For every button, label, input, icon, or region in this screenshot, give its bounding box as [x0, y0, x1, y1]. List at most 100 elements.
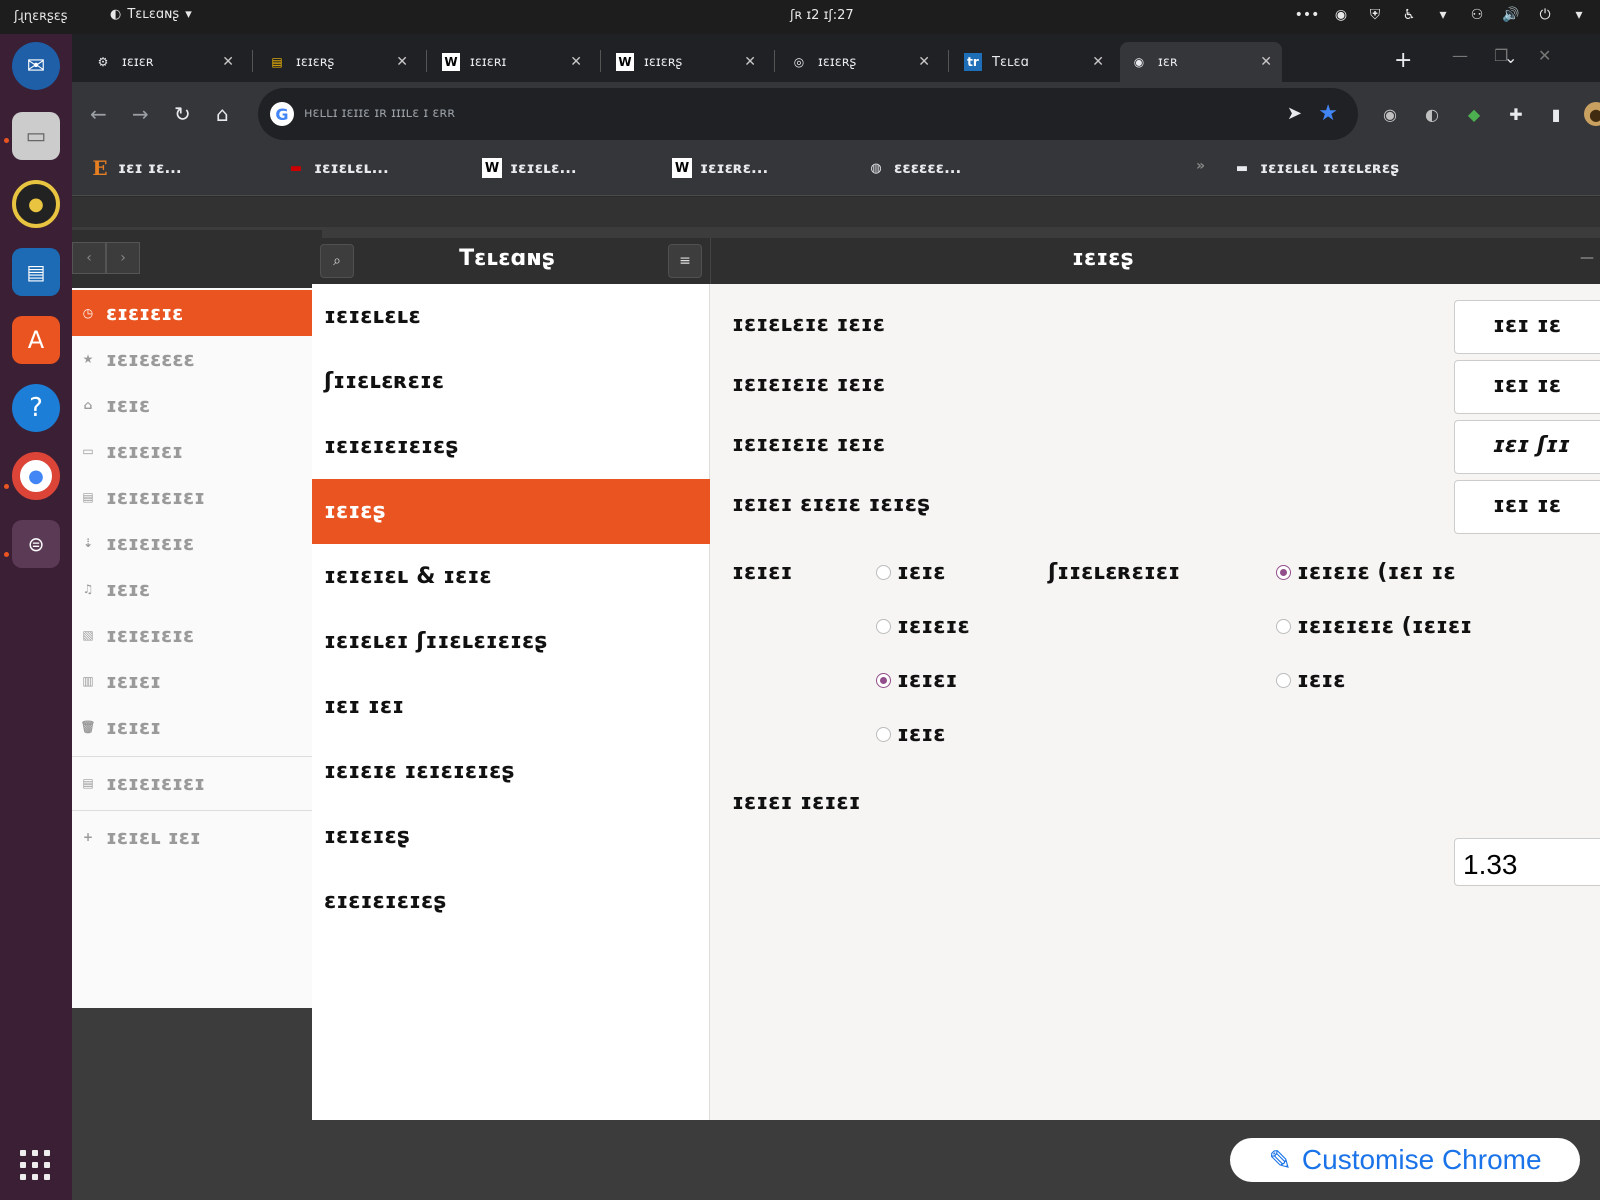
software-center-icon[interactable]: A: [12, 316, 60, 364]
bookmark-item[interactable]: ▬ ɪɛɪɛʟɛʟ...: [286, 158, 389, 178]
tab[interactable]: tr Tɛʟɛɑ ✕: [954, 42, 1114, 82]
tab[interactable]: ▤ ɪɛɪɛʀʂ ✕: [258, 42, 418, 82]
avatar[interactable]: ●: [1584, 102, 1600, 126]
back-icon[interactable]: ‹: [72, 242, 106, 274]
chevron-right-icon[interactable]: »: [1196, 158, 1205, 174]
reload-icon[interactable]: ↻: [174, 102, 191, 126]
sidebar-item[interactable]: ɪɛɪɛɪɛʂ: [312, 804, 710, 869]
thunderbird-icon[interactable]: ✉: [12, 42, 60, 90]
sidebar-item[interactable]: ɪɛɪɛʟɛɪ ʃɪɪɛʟɛɪɛɪɛʂ: [312, 609, 710, 674]
files-sidebar-item[interactable]: + ɪɛɪɛʟ ɪɛɪ: [72, 814, 322, 860]
sidebar-item[interactable]: ɪɛɪɛʟɛʟɛ: [312, 284, 710, 349]
files-sidebar-item[interactable]: ★ ɪɛɪɛɛɛɛɛ: [72, 336, 322, 382]
rhythmbox-icon[interactable]: ●: [12, 180, 60, 228]
font-chooser-button[interactable]: ɪɛɪ ɪɛ: [1454, 360, 1600, 414]
close-icon[interactable]: ✕: [396, 54, 408, 70]
tab-active[interactable]: ◉ ɪɛʀ ✕: [1120, 42, 1282, 82]
tab[interactable]: ◎ ɪɛɪɛʀʂ ✕: [780, 42, 940, 82]
scaling-factor-input[interactable]: [1454, 838, 1600, 886]
sidebar-item[interactable]: ʃɪɪɛʟɛʀɛɪɛ: [312, 349, 710, 414]
sidebar-item[interactable]: ɪɛɪɛɪɛ ɪɛɪɛɪɛɪɛʂ: [312, 739, 710, 804]
help-icon[interactable]: ?: [12, 384, 60, 432]
maximize-icon[interactable]: ❐: [1494, 46, 1508, 65]
sidebar-item[interactable]: ɪɛɪɛɪɛɪɛɪɛʂ: [312, 414, 710, 479]
close-icon[interactable]: ✕: [918, 54, 930, 70]
close-icon[interactable]: ✕: [744, 54, 756, 70]
close-icon[interactable]: ✕: [222, 54, 234, 70]
back-icon[interactable]: ←: [90, 102, 107, 126]
minimize-icon[interactable]: —: [1580, 250, 1594, 266]
sidebar-item[interactable]: ɪɛɪ ɪɛɪ: [312, 674, 710, 739]
accessibility-icon[interactable]: ♿: [1400, 6, 1418, 24]
menu-icon[interactable]: ≡: [668, 244, 702, 278]
files-sidebar-item[interactable]: ⇣ ɪɛɪɛɪɛɪɛ: [72, 520, 322, 566]
extension-icon[interactable]: ◆: [1462, 102, 1486, 126]
minimize-icon[interactable]: —: [1452, 46, 1468, 65]
show-apps-icon[interactable]: [20, 1150, 52, 1182]
shield-icon[interactable]: ⛨: [1366, 6, 1384, 24]
tab[interactable]: W ɪɛɪɛʀʂ ✕: [606, 42, 766, 82]
customise-chrome-button[interactable]: ✎ Customise Chrome: [1230, 1138, 1580, 1182]
send-icon[interactable]: ➤: [1287, 103, 1302, 124]
side-panel-icon[interactable]: ▮: [1544, 102, 1568, 126]
power-icon[interactable]: ⏻: [1536, 6, 1554, 24]
files-sidebar-item[interactable]: ▥ ɪɛɪɛɪ: [72, 658, 322, 704]
chrome-tray-icon[interactable]: ◉: [1332, 6, 1350, 24]
extension-icon[interactable]: ◉: [1378, 102, 1402, 126]
font-chooser-button[interactable]: ɪɛɪ ɪɛ: [1454, 300, 1600, 354]
activities-button[interactable]: ʃɻɳɛʀʂɛʂ: [14, 9, 68, 24]
close-icon[interactable]: ✕: [570, 54, 582, 70]
app-menu[interactable]: ◐ Tɛʟɛɑɴʂ ▾: [110, 7, 192, 22]
tweaks-icon[interactable]: ⊜: [12, 520, 60, 568]
files-icon[interactable]: ▭: [12, 112, 60, 160]
files-sidebar-item[interactable]: ▭ ɪɛɪɛɪɛɪ: [72, 428, 322, 474]
antialiasing-radio[interactable]: ɪɛɪɛɪɛɪɛ (ɪɛɪɛɪ: [1276, 614, 1472, 639]
network-icon[interactable]: ⚇: [1468, 6, 1486, 24]
close-icon[interactable]: ✕: [1092, 54, 1104, 70]
extension-icon[interactable]: ◐: [1420, 102, 1444, 126]
writer-icon[interactable]: ▤: [12, 248, 60, 296]
files-sidebar-item[interactable]: ♫ ɪɛɪɛ: [72, 566, 322, 612]
files-sidebar-item[interactable]: 🗑 ɪɛɪɛɪ: [72, 704, 322, 750]
bookmark-item[interactable]: W ɪɛɪɛʀɛ...: [672, 158, 768, 178]
bookmarks-folder[interactable]: ▬ ɪɛɪɛʟɛʟ ɪɛɪɛʟɛʀɛʂ: [1232, 158, 1399, 178]
sidebar-item-fonts[interactable]: ɪɛɪɛʂ: [312, 479, 710, 544]
forward-icon[interactable]: →: [132, 102, 149, 126]
files-sidebar-item[interactable]: ⌂ ɪɛɪɛ: [72, 382, 322, 428]
files-sidebar-item[interactable]: ▧ ɪɛɪɛɪɛɪɛ: [72, 612, 322, 658]
chevron-down-icon[interactable]: ▾: [1570, 6, 1588, 24]
forward-icon[interactable]: ›: [106, 242, 140, 274]
files-sidebar-item[interactable]: ◷ ɛɪɛɪɛɪɛ: [72, 290, 322, 336]
sidebar-item[interactable]: ɛɪɛɪɛɪɛɪɛʂ: [312, 869, 710, 934]
more-icon[interactable]: •••: [1295, 6, 1320, 24]
font-chooser-button[interactable]: ɪɛɪ ɪɛ: [1454, 480, 1600, 534]
hinting-radio[interactable]: ɪɛɪɛɪ: [876, 668, 958, 693]
puzzle-icon[interactable]: ✚: [1504, 102, 1528, 126]
tab[interactable]: ⚙ ɪɛɪɛʀ ✕: [84, 42, 244, 82]
antialiasing-radio[interactable]: ɪɛɪɛ: [1276, 668, 1346, 693]
search-icon[interactable]: ⌕: [320, 244, 354, 278]
volume-icon[interactable]: 🔊: [1502, 6, 1520, 24]
files-sidebar-item[interactable]: ▤ ɪɛɪɛɪɛɪɛɪ: [72, 474, 322, 520]
hinting-radio[interactable]: ɪɛɪɛ: [876, 722, 946, 747]
bookmark-label: ɛɛɛɛɛɛ...: [894, 159, 962, 177]
close-icon[interactable]: ✕: [1260, 54, 1272, 70]
hinting-radio[interactable]: ɪɛɪɛ: [876, 560, 946, 585]
files-sidebar-item[interactable]: ▤ ɪɛɪɛɪɛɪɛɪ: [72, 760, 322, 806]
new-tab-button[interactable]: +: [1394, 48, 1412, 73]
close-window-icon[interactable]: ✕: [1538, 46, 1551, 65]
chrome-icon[interactable]: ●: [12, 452, 60, 500]
bookmark-item[interactable]: ◍ ɛɛɛɛɛɛ...: [866, 158, 961, 178]
clock[interactable]: ʃʀ ɪ2 ɪʃ:27: [790, 8, 854, 23]
address-bar[interactable]: G ʜɛʟʟɪ ɪɛɪɪɛ ɪʀ ɪɪɪʟɛ ɪ ɛʀʀ ➤ ★: [258, 88, 1358, 140]
home-icon[interactable]: ⌂: [216, 102, 229, 126]
sidebar-item[interactable]: ɪɛɪɛɪɛʟ & ɪɛɪɛ: [312, 544, 710, 609]
chevron-down-icon[interactable]: ▾: [1434, 6, 1452, 24]
bookmark-item[interactable]: W ɪɛɪɛʟɛ...: [482, 158, 577, 178]
hinting-radio[interactable]: ɪɛɪɛɪɛ: [876, 614, 970, 639]
bookmark-star-icon[interactable]: ★: [1318, 101, 1338, 126]
bookmark-item[interactable]: E ɪɛɪ ɪɛ...: [90, 156, 181, 180]
antialiasing-radio[interactable]: ɪɛɪɛɪɛ (ɪɛɪ ɪɛ: [1276, 560, 1456, 585]
font-chooser-button[interactable]: ɪɛɪ ʃɪɪ: [1454, 420, 1600, 474]
tab[interactable]: W ɪɛɪɛʀɪ ✕: [432, 42, 592, 82]
